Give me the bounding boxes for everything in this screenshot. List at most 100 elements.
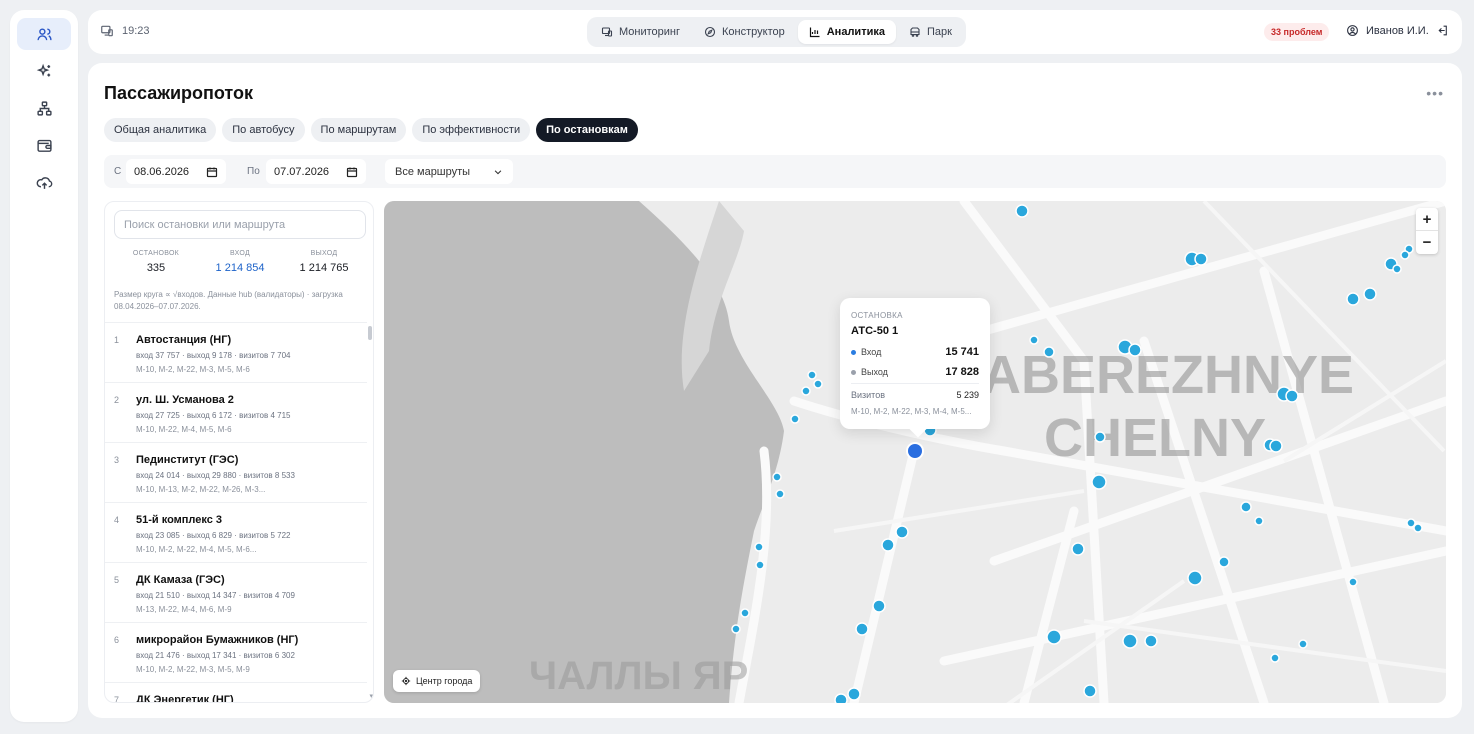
stop-marker[interactable]	[1346, 292, 1360, 306]
stop-marker[interactable]	[731, 624, 741, 634]
list-item[interactable]: 2 ул. Ш. Усманова 2 вход 27 725 · выход …	[105, 382, 367, 442]
item-meta: вход 21 476 · выход 17 341 · визитов 6 3…	[136, 651, 295, 660]
stop-search-input[interactable]: Поиск остановки или маршрута	[114, 210, 366, 239]
item-name: микрорайон Бумажников (НГ)	[136, 634, 299, 646]
list-item[interactable]: 6 микрорайон Бумажников (НГ) вход 21 476…	[105, 622, 367, 682]
zoom-in-button[interactable]: +	[1416, 208, 1438, 231]
nav-users-button[interactable]	[17, 18, 71, 50]
problems-badge[interactable]: 33 проблем	[1264, 23, 1330, 41]
stop-marker[interactable]	[1285, 389, 1299, 403]
tab-label: Аналитика	[826, 26, 885, 38]
nav-wallet-button[interactable]	[17, 129, 71, 161]
tab-analytics[interactable]: Аналитика	[797, 20, 896, 44]
map[interactable]: ABEREZHNYE CHELNY ЧАЛЛЫ ЯР + − Центр гор…	[384, 201, 1446, 703]
monitor-icon	[101, 25, 113, 37]
stop-marker[interactable]	[1094, 431, 1106, 443]
stop-marker[interactable]	[834, 693, 848, 703]
subtab-by-routes[interactable]: По маршрутам	[310, 118, 407, 142]
more-options-icon[interactable]: •••	[1426, 85, 1444, 101]
cloud-upload-icon	[36, 176, 52, 189]
stop-marker[interactable]	[740, 608, 750, 618]
stop-marker[interactable]	[1194, 252, 1208, 266]
zoom-control: + −	[1416, 208, 1438, 254]
zoom-out-button[interactable]: −	[1416, 231, 1438, 254]
date-from-input[interactable]: 08.06.2026	[126, 159, 226, 184]
stop-marker[interactable]	[895, 525, 909, 539]
stop-marker[interactable]	[1015, 204, 1029, 218]
stop-marker[interactable]	[1122, 633, 1138, 649]
stop-marker[interactable]	[1043, 346, 1055, 358]
item-name: ДК Камаза (ГЭС)	[136, 574, 225, 586]
user-icon	[1347, 25, 1358, 36]
tab-park[interactable]: Парк	[898, 20, 963, 44]
tab-monitoring[interactable]: Мониторинг	[590, 20, 691, 44]
tab-constructor[interactable]: Конструктор	[693, 20, 796, 44]
item-name: ДК Энергетик (НГ)	[136, 694, 234, 703]
list-item[interactable]: 5 ДК Камаза (ГЭС) вход 21 510 · выход 14…	[105, 562, 367, 622]
tab-label: Мониторинг	[619, 26, 681, 38]
center-city-button[interactable]: Центр города	[393, 670, 481, 692]
stop-marker[interactable]	[1363, 287, 1377, 301]
stop-marker[interactable]	[1144, 634, 1158, 648]
stop-marker[interactable]	[1240, 501, 1252, 513]
stop-marker[interactable]	[1413, 523, 1423, 533]
item-number: 7	[114, 695, 120, 703]
clock-time: 19:23	[122, 25, 150, 37]
list-item[interactable]: 4 51-й комплекс 3 вход 23 085 · выход 6 …	[105, 502, 367, 562]
stops-list: 1 Автостанция (НГ) вход 37 757 · выход 9…	[105, 322, 367, 703]
nav-ai-button[interactable]	[17, 55, 71, 87]
stop-marker[interactable]	[775, 489, 785, 499]
main-nav: Мониторинг Конструктор Аналитика Парк	[587, 17, 966, 47]
subtab-by-stops[interactable]: По остановкам	[536, 118, 638, 142]
subtab-by-bus[interactable]: По автобусу	[222, 118, 305, 142]
list-item[interactable]: 3 Пединститут (ГЭС) вход 24 014 · выход …	[105, 442, 367, 502]
logout-icon[interactable]	[1436, 24, 1449, 37]
stop-marker[interactable]	[881, 538, 895, 552]
selected-stop-marker[interactable]	[906, 442, 924, 460]
stop-marker[interactable]	[847, 687, 861, 701]
stop-marker[interactable]	[1187, 570, 1203, 586]
stop-marker[interactable]	[1029, 335, 1039, 345]
tab-label: Парк	[926, 26, 952, 38]
stop-marker[interactable]	[1046, 629, 1062, 645]
stop-marker[interactable]	[1091, 474, 1107, 490]
stop-marker[interactable]	[1071, 542, 1085, 556]
stop-marker[interactable]	[1254, 516, 1264, 526]
stop-marker[interactable]	[1269, 439, 1283, 453]
scrollbar-thumb[interactable]	[368, 326, 372, 340]
stop-marker[interactable]	[772, 472, 782, 482]
crosshair-icon	[401, 676, 411, 686]
stop-marker[interactable]	[790, 414, 800, 424]
map-city-label-2: CHELNY	[1044, 408, 1266, 468]
subtab-general[interactable]: Общая аналитика	[104, 118, 217, 142]
routes-select[interactable]: Все маршруты	[385, 159, 513, 184]
calendar-icon	[346, 167, 358, 177]
list-item[interactable]: 7 ДК Энергетик (НГ)	[105, 682, 367, 703]
stop-marker[interactable]	[807, 370, 817, 380]
stops-panel: Поиск остановки или маршрута ОСТАНОВОК 3…	[104, 201, 374, 703]
map-canvas[interactable]: ABEREZHNYE CHELNY ЧАЛЛЫ ЯР	[384, 201, 1446, 703]
stop-marker[interactable]	[1400, 250, 1410, 260]
stop-marker[interactable]	[1348, 577, 1358, 587]
date-to-input[interactable]: 07.07.2026	[266, 159, 366, 184]
stop-marker[interactable]	[1392, 264, 1402, 274]
stop-marker[interactable]	[813, 379, 823, 389]
scroll-down-icon[interactable]: ▾	[369, 692, 373, 700]
list-item[interactable]: 1 Автостанция (НГ) вход 37 757 · выход 9…	[105, 322, 367, 382]
stop-marker[interactable]	[872, 599, 886, 613]
nav-upload-button[interactable]	[17, 166, 71, 198]
stop-marker[interactable]	[801, 386, 811, 396]
subtab-by-efficiency[interactable]: По эффективности	[412, 118, 531, 142]
user-menu[interactable]: Иванов И.И.	[1346, 24, 1449, 37]
stop-marker[interactable]	[1218, 556, 1230, 568]
stop-marker[interactable]	[754, 542, 764, 552]
tooltip-out-label: Выход	[861, 367, 888, 377]
date-to-value: 07.07.2026	[274, 165, 330, 178]
stop-marker[interactable]	[1128, 343, 1142, 357]
stop-marker[interactable]	[1270, 653, 1280, 663]
stop-marker[interactable]	[755, 560, 765, 570]
stop-marker[interactable]	[855, 622, 869, 636]
stop-marker[interactable]	[1298, 639, 1308, 649]
nav-structure-button[interactable]	[17, 92, 71, 124]
stop-marker[interactable]	[1083, 684, 1097, 698]
